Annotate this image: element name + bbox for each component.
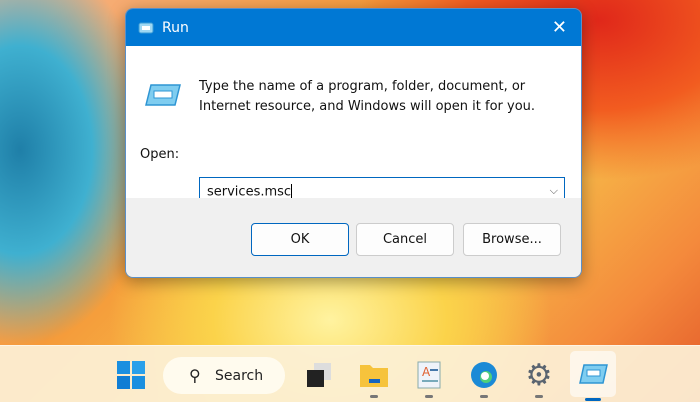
open-label: Open: bbox=[140, 147, 180, 162]
running-indicator bbox=[535, 395, 543, 398]
running-indicator bbox=[370, 395, 378, 398]
run-icon bbox=[138, 22, 154, 33]
run-taskbar-button[interactable] bbox=[570, 351, 616, 401]
start-button[interactable] bbox=[112, 356, 150, 394]
run-icon bbox=[579, 364, 608, 384]
task-view-icon bbox=[307, 363, 331, 387]
browse-button[interactable]: Browse... bbox=[463, 223, 561, 256]
chevron-down-icon[interactable]: ⌵ bbox=[550, 184, 558, 198]
file-explorer-button[interactable] bbox=[355, 356, 393, 398]
edge-button[interactable] bbox=[465, 356, 503, 398]
description-line-1: Type the name of a program, folder, docu… bbox=[199, 79, 526, 94]
cancel-button[interactable]: Cancel bbox=[356, 223, 454, 256]
description-line-2: Internet resource, and Windows will open… bbox=[199, 99, 536, 114]
active-indicator bbox=[585, 398, 601, 401]
title-bar[interactable]: Run ✕ bbox=[126, 9, 581, 46]
close-button[interactable]: ✕ bbox=[552, 17, 567, 38]
run-dialog: Run ✕ Type the name of a program, folder… bbox=[125, 8, 582, 278]
search-label: Search bbox=[215, 367, 264, 384]
folder-icon bbox=[360, 365, 388, 387]
settings-button[interactable]: ⚙ bbox=[520, 356, 558, 398]
running-indicator bbox=[425, 395, 433, 398]
task-view-button[interactable] bbox=[300, 356, 338, 394]
search-button[interactable]: ⚲ Search bbox=[163, 357, 285, 394]
edge-icon bbox=[471, 362, 497, 388]
ok-button[interactable]: OK bbox=[251, 223, 349, 256]
svg-text:A: A bbox=[422, 365, 431, 379]
gear-icon: ⚙ bbox=[525, 357, 553, 393]
wordpad-icon: A bbox=[417, 361, 441, 389]
windows-icon bbox=[117, 361, 145, 389]
dialog-title: Run bbox=[162, 19, 189, 36]
search-icon: ⚲ bbox=[189, 366, 201, 385]
run-program-icon bbox=[145, 84, 181, 106]
taskbar: ⚲ Search A ⚙ bbox=[0, 345, 700, 402]
running-indicator bbox=[480, 395, 488, 398]
wordpad-button[interactable]: A bbox=[410, 356, 448, 398]
